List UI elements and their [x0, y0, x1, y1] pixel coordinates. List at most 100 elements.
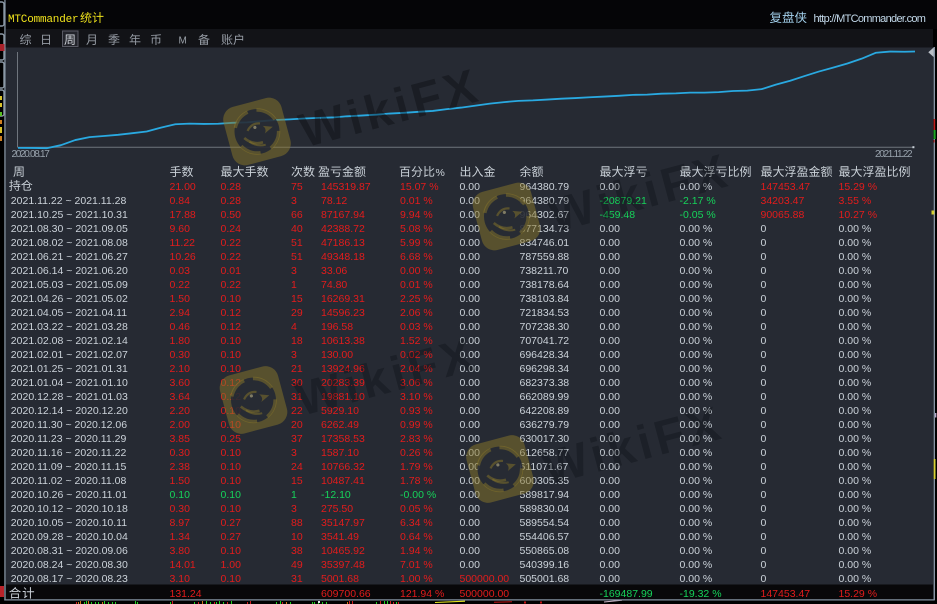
svg-text:1: 1: [291, 279, 297, 291]
svg-text:51: 51: [291, 251, 303, 263]
svg-text:0.00: 0.00: [460, 251, 481, 263]
svg-text:0.00: 0.00: [600, 279, 621, 291]
svg-text:2020.12.28 ~ 2021.01.03: 2020.12.28 ~ 2021.01.03: [11, 391, 128, 403]
svg-text:2021.06.14 ~ 2021.06.20: 2021.06.14 ~ 2021.06.20: [11, 265, 128, 277]
svg-text:0.64 %: 0.64 %: [400, 531, 433, 543]
svg-text:0.00: 0.00: [600, 405, 621, 417]
svg-text:0.00: 0.00: [600, 363, 621, 375]
svg-text:7.01 %: 7.01 %: [400, 559, 433, 571]
svg-text:3: 3: [291, 447, 297, 459]
svg-text:0.00: 0.00: [460, 503, 481, 515]
svg-text:0.22: 0.22: [170, 279, 191, 291]
svg-text:2020.09.28 ~ 2020.10.04: 2020.09.28 ~ 2020.10.04: [11, 531, 128, 543]
svg-text:0.00: 0.00: [600, 251, 621, 263]
svg-text:0: 0: [761, 363, 767, 375]
svg-text:275.50: 275.50: [321, 503, 353, 515]
svg-text:2.38: 2.38: [170, 461, 191, 473]
svg-text:10766.32: 10766.32: [321, 461, 365, 473]
svg-text:0.01: 0.01: [221, 265, 242, 277]
svg-text:2020.11.16 ~ 2020.11.22: 2020.11.16 ~ 2020.11.22: [11, 447, 127, 459]
svg-text:2021.01.25 ~ 2021.01.31: 2021.01.25 ~ 2021.01.31: [11, 363, 128, 375]
svg-text:2020.11.09 ~ 2020.11.15: 2020.11.09 ~ 2020.11.15: [11, 461, 127, 473]
svg-text:33.06: 33.06: [321, 265, 347, 277]
svg-text:147453.47: 147453.47: [761, 588, 811, 600]
svg-text:0.00: 0.00: [460, 223, 481, 235]
svg-text:0.00 %: 0.00 %: [839, 223, 872, 235]
svg-text:0.00 %: 0.00 %: [839, 503, 872, 515]
svg-text:682373.38: 682373.38: [520, 377, 570, 389]
svg-text:0.00: 0.00: [600, 349, 621, 361]
svg-text:0.00 %: 0.00 %: [839, 279, 872, 291]
svg-text:15.29 %: 15.29 %: [839, 181, 878, 193]
svg-text:2021.03.22 ~ 2021.03.28: 2021.03.22 ~ 2021.03.28: [11, 321, 128, 333]
svg-text:0.00 %: 0.00 %: [839, 461, 872, 473]
svg-text:196.58: 196.58: [321, 321, 353, 333]
svg-text:3: 3: [291, 195, 297, 207]
svg-text:90065.88: 90065.88: [761, 209, 805, 221]
svg-text:1.50: 1.50: [170, 293, 191, 305]
svg-text:0.00: 0.00: [600, 307, 621, 319]
svg-text:0: 0: [761, 419, 767, 431]
svg-text:2020.11.30 ~ 2020.12.06: 2020.11.30 ~ 2020.12.06: [11, 419, 127, 431]
svg-text:0: 0: [761, 405, 767, 417]
svg-text:2020.08.17: 2020.08.17: [12, 149, 51, 160]
svg-text:-12.10: -12.10: [321, 489, 351, 501]
svg-text:0: 0: [761, 293, 767, 305]
svg-text:0.00 %: 0.00 %: [839, 419, 872, 431]
svg-text:0: 0: [761, 433, 767, 445]
svg-text:145319.87: 145319.87: [321, 181, 371, 193]
svg-text:18: 18: [291, 335, 303, 347]
svg-text:0.00 %: 0.00 %: [680, 237, 713, 249]
svg-text:-0.00 %: -0.00 %: [400, 489, 436, 501]
svg-text:0.01 %: 0.01 %: [400, 279, 433, 291]
svg-text:37: 37: [291, 433, 303, 445]
svg-text:78.12: 78.12: [321, 195, 347, 207]
svg-text:500000.00: 500000.00: [460, 588, 510, 600]
svg-text:0.00 %: 0.00 %: [839, 363, 872, 375]
svg-text:10613.38: 10613.38: [321, 335, 365, 347]
svg-text:0.00: 0.00: [460, 391, 481, 403]
svg-text:0.25: 0.25: [221, 433, 242, 445]
svg-text:15.29 %: 15.29 %: [839, 588, 878, 600]
svg-text:0.00 %: 0.00 %: [839, 573, 872, 585]
svg-text:15: 15: [291, 475, 303, 487]
svg-text:0.00 %: 0.00 %: [839, 251, 872, 263]
svg-text:554406.57: 554406.57: [520, 531, 570, 543]
svg-text:0.05 %: 0.05 %: [400, 503, 433, 515]
svg-text:2.25 %: 2.25 %: [400, 293, 433, 305]
svg-text:0.50: 0.50: [221, 209, 242, 221]
svg-text:0.10: 0.10: [221, 461, 242, 473]
svg-text:9.94 %: 9.94 %: [400, 209, 433, 221]
svg-text:15.07 %: 15.07 %: [400, 181, 439, 193]
svg-text:75: 75: [291, 181, 303, 193]
svg-text:11.22: 11.22: [170, 237, 196, 249]
svg-text:0.00 %: 0.00 %: [839, 433, 872, 445]
svg-text:0.00 %: 0.00 %: [839, 517, 872, 529]
svg-text:609700.66: 609700.66: [321, 588, 371, 600]
svg-text:147453.47: 147453.47: [761, 181, 811, 193]
svg-text:0: 0: [761, 349, 767, 361]
svg-text:2020.11.23 ~ 2020.11.29: 2020.11.23 ~ 2020.11.29: [11, 433, 127, 445]
svg-text:0.00: 0.00: [460, 433, 481, 445]
svg-text:2020.08.24 ~ 2020.08.30: 2020.08.24 ~ 2020.08.30: [11, 559, 128, 571]
svg-text:51: 51: [291, 237, 303, 249]
svg-text:0.00 %: 0.00 %: [839, 349, 872, 361]
svg-text:87167.94: 87167.94: [321, 209, 365, 221]
svg-text:2021.08.30 ~ 2021.09.05: 2021.08.30 ~ 2021.09.05: [11, 223, 128, 235]
svg-text:2021.06.21 ~ 2021.06.27: 2021.06.21 ~ 2021.06.27: [11, 251, 128, 263]
svg-text:550865.08: 550865.08: [520, 545, 570, 557]
svg-text:3: 3: [291, 503, 297, 515]
svg-text:6.34 %: 6.34 %: [400, 517, 433, 529]
svg-text:0.00: 0.00: [600, 503, 621, 515]
svg-text:0.10: 0.10: [221, 349, 242, 361]
svg-text:696298.34: 696298.34: [520, 363, 570, 375]
svg-text:707238.30: 707238.30: [520, 321, 570, 333]
svg-text:1587.10: 1587.10: [321, 447, 359, 459]
svg-text:0: 0: [761, 517, 767, 529]
svg-text:0.10: 0.10: [221, 475, 242, 487]
svg-text:3.10: 3.10: [170, 573, 191, 585]
svg-text:505001.68: 505001.68: [520, 573, 570, 585]
svg-text:2020.08.17 ~ 2020.08.23: 2020.08.17 ~ 2020.08.23: [11, 573, 128, 585]
svg-text:0.00 %: 0.00 %: [839, 307, 872, 319]
svg-text:0.00 %: 0.00 %: [839, 531, 872, 543]
